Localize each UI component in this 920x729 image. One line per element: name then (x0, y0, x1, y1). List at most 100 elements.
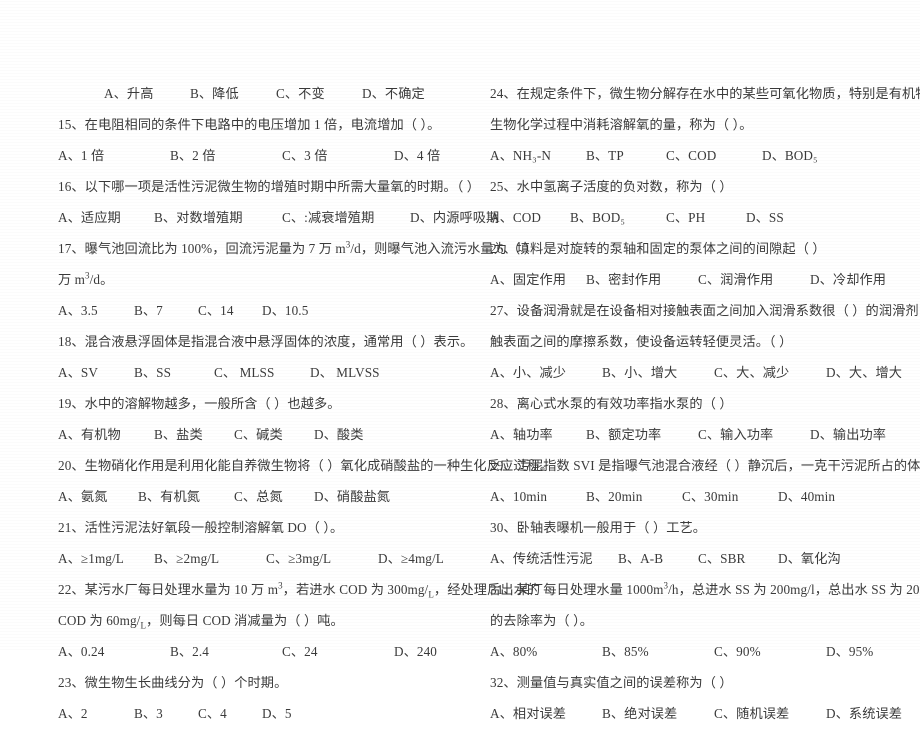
q14-options-choice-2[interactable]: C、不变 (276, 78, 362, 109)
q21-options-choice-2[interactable]: C、≥3mg/L (266, 543, 378, 574)
q15-options-choice-1[interactable]: B、2 倍 (170, 140, 282, 171)
q27-options-choice-2[interactable]: C、大、减少 (714, 357, 826, 388)
q24-options-choice-0[interactable]: A、NH₃-N (490, 140, 586, 171)
q20-options-choice-2[interactable]: C、总氮 (234, 481, 314, 512)
q19-options-choice-1[interactable]: B、盐类 (154, 419, 234, 450)
q32-options-choice-1[interactable]: B、绝对误差 (602, 698, 714, 729)
q30-stem: 30、卧轴表曝机一般用于（ ）工艺。 (490, 520, 707, 535)
q18-options-choice-2[interactable]: C、 MLSS (214, 357, 310, 388)
q20-options: A、氨氮 B、有机氮 C、总氮 D、硝酸盐氮 (58, 481, 460, 512)
q15-options-choice-2[interactable]: C、3 倍 (282, 140, 394, 171)
q20-options-choice-0[interactable]: A、氨氮 (58, 481, 138, 512)
q18-options-choice-1[interactable]: B、SS (134, 357, 214, 388)
q31-options: A、80% B、85% C、90% D、95% (490, 636, 882, 667)
q17-options-choice-0[interactable]: A、3.5 (58, 295, 134, 326)
q15-options-choice-0[interactable]: A、1 倍 (58, 140, 170, 171)
q30-options-choice-3[interactable]: D、氧化沟 (778, 543, 874, 574)
q31-options-choice-1[interactable]: B、85% (602, 636, 714, 667)
q26-options-choice-1[interactable]: B、密封作用 (586, 264, 698, 295)
q28-options-choice-3[interactable]: D、输出功率 (810, 419, 920, 450)
q25-options-choice-2[interactable]: C、PH (666, 202, 746, 233)
q20-options-choice-3[interactable]: D、硝酸盐氮 (314, 481, 410, 512)
q23-options-choice-1[interactable]: B、3 (134, 698, 198, 729)
q27-options-choice-1[interactable]: B、小、增大 (602, 357, 714, 388)
q30-options-choice-2[interactable]: C、SBR (698, 543, 778, 574)
right-column: 24、在规定条件下，微生物分解存在水中的某些可氧化物质，特别是有机物所进行的生物… (490, 78, 920, 729)
q25-options-choice-0[interactable]: A、COD (490, 202, 570, 233)
q28-options-choice-0[interactable]: A、轴功率 (490, 419, 586, 450)
q16-options-choice-0[interactable]: A、适应期 (58, 202, 154, 233)
q32-options-choice-0[interactable]: A、相对误差 (490, 698, 602, 729)
q31-options-choice-2[interactable]: C、90% (714, 636, 826, 667)
q21-options-choice-3[interactable]: D、≥4mg/L (378, 543, 490, 574)
q23-options-choice-3[interactable]: D、5 (262, 698, 326, 729)
q26-stem: 26、填料是对旋转的泵轴和固定的泵体之间的间隙起（ ） (490, 241, 826, 256)
q21-options-choice-1[interactable]: B、≥2mg/L (154, 543, 266, 574)
q22-stem: 22、某污水厂每日处理水量为 10 万 m3，若进水 COD 为 300mg/L… (58, 580, 541, 600)
q28-stem: 28、离心式水泵的有效功率指水泵的（ ） (490, 396, 733, 411)
q24-options-choice-3[interactable]: D、BOD₅ (762, 140, 858, 171)
q30-options-choice-0[interactable]: A、传统活性污泥 (490, 543, 618, 574)
q24-options-choice-2[interactable]: C、COD (666, 140, 762, 171)
q32-options-choice-3[interactable]: D、系统误差 (826, 698, 920, 729)
q14-options: A、升高 B、降低 C、不变 D、不确定 (58, 78, 460, 109)
q31-options-choice-0[interactable]: A、80% (490, 636, 602, 667)
q15-stem: 15、在电阻相同的条件下电路中的电压增加 1 倍，电流增加（ ）。 (58, 117, 441, 132)
q19-stem: 19、水中的溶解物越多，一般所含（ ）也越多。 (58, 396, 341, 411)
q31-stem: 31、某厂每日处理水量 1000m3/h，总进水 SS 为 200mg/l，总出… (490, 580, 920, 597)
q14-options-choice-3[interactable]: D、不确定 (362, 78, 448, 109)
q21-stem: 21、活性污泥法好氧段一般控制溶解氧 DO（ ）。 (58, 520, 344, 535)
q19-options-choice-0[interactable]: A、有机物 (58, 419, 154, 450)
q14-options-choice-0[interactable]: A、升高 (104, 78, 190, 109)
q16-options-choice-2[interactable]: C、:减衰增殖期 (282, 202, 410, 233)
q17-options-choice-3[interactable]: D、10.5 (262, 295, 326, 326)
q29-options-choice-1[interactable]: B、20min (586, 481, 682, 512)
q32-options-choice-2[interactable]: C、随机误差 (714, 698, 826, 729)
q22-options-choice-2[interactable]: C、24 (282, 636, 394, 667)
q26-options-choice-3[interactable]: D、冷却作用 (810, 264, 920, 295)
q28-options-choice-1[interactable]: B、额定功率 (586, 419, 698, 450)
q23-options-choice-0[interactable]: A、2 (58, 698, 134, 729)
q28-options-choice-2[interactable]: C、输入功率 (698, 419, 810, 450)
q25-options-choice-1[interactable]: B、BOD₅ (570, 202, 666, 233)
q26-options: A、固定作用 B、密封作用 C、润滑作用 D、冷却作用 (490, 264, 886, 295)
q20-options-choice-1[interactable]: B、有机氮 (138, 481, 234, 512)
q18-options-choice-3[interactable]: D、 MLVSS (310, 357, 406, 388)
q27-options: A、小、减少 B、小、增大 C、大、减少 D、大、增大 (490, 357, 902, 388)
q17-options-choice-1[interactable]: B、7 (134, 295, 198, 326)
q24-options-choice-1[interactable]: B、TP (586, 140, 666, 171)
q25-options-choice-3[interactable]: D、SS (746, 202, 826, 233)
q23-options: A、2 B、3 C、4 D、5 (58, 698, 460, 729)
q27-options-choice-0[interactable]: A、小、减少 (490, 357, 602, 388)
q22-options-choice-1[interactable]: B、2.4 (170, 636, 282, 667)
q19-options-choice-2[interactable]: C、碱类 (234, 419, 314, 450)
q29-options-choice-0[interactable]: A、10min (490, 481, 586, 512)
q29-options-choice-2[interactable]: C、30min (682, 481, 778, 512)
q27-stem: 27、设备润滑就是在设备相对接触表面之间加入润滑系数很（ ）的润滑剂，（ ）接 (490, 303, 920, 318)
q14-options-choice-1[interactable]: B、降低 (190, 78, 276, 109)
q15-options: A、1 倍 B、2 倍 C、3 倍 D、4 倍 (58, 140, 460, 171)
q21-options-choice-0[interactable]: A、≥1mg/L (58, 543, 154, 574)
q23-options-choice-2[interactable]: C、4 (198, 698, 262, 729)
q27-options-choice-3[interactable]: D、大、增大 (826, 357, 920, 388)
q18-options-choice-0[interactable]: A、SV (58, 357, 134, 388)
q32-stem: 32、测量值与真实值之间的误差称为（ ） (490, 675, 733, 690)
q17-options: A、3.5 B、7 C、14 D、10.5 (58, 295, 460, 326)
q26-options-choice-0[interactable]: A、固定作用 (490, 264, 586, 295)
q17-stem-cont: 万 m3/d。 (58, 270, 114, 287)
q19-options-choice-3[interactable]: D、酸类 (314, 419, 394, 450)
q17-stem: 17、曝气池回流比为 100%，回流污泥量为 7 万 m3/d，则曝气池入流污水… (58, 239, 537, 256)
q29-options: A、10min B、20min C、30min D、40min (490, 481, 882, 512)
q26-options-choice-2[interactable]: C、润滑作用 (698, 264, 810, 295)
q17-options-choice-2[interactable]: C、14 (198, 295, 262, 326)
q16-options: A、适应期 B、对数增殖期 C、:减衰增殖期 D、内源呼吸期 (58, 202, 499, 233)
q22-stem-cont: COD 为 60mg/L，则每日 COD 消减量为（ ）吨。 (58, 613, 344, 631)
q29-options-choice-3[interactable]: D、40min (778, 481, 874, 512)
q16-options-choice-1[interactable]: B、对数增殖期 (154, 202, 282, 233)
q24-options: A、NH₃-N B、TP C、COD D、BOD₅ (490, 140, 882, 171)
q19-options: A、有机物 B、盐类 C、碱类 D、酸类 (58, 419, 460, 450)
q31-options-choice-3[interactable]: D、95% (826, 636, 920, 667)
q20-stem: 20、生物硝化作用是利用化能自养微生物将（ ）氧化成硝酸盐的一种生化反应过程。 (58, 458, 554, 473)
q30-options-choice-1[interactable]: B、A-B (618, 543, 698, 574)
q22-options-choice-0[interactable]: A、0.24 (58, 636, 170, 667)
